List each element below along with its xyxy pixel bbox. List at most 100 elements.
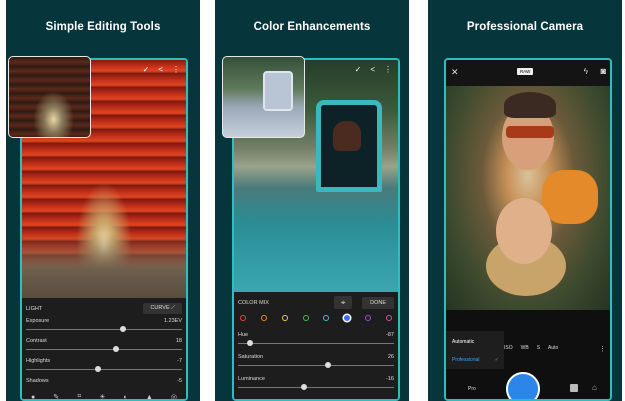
phone-frame: ✕ RAW ϟ ◙ Automatic Professional ✓ ISO W… bbox=[444, 58, 612, 401]
auto-setting[interactable]: Auto bbox=[548, 345, 558, 351]
detail-icon[interactable]: ▲ bbox=[146, 394, 153, 400]
slider-track[interactable] bbox=[26, 369, 182, 370]
slider-track[interactable] bbox=[26, 329, 182, 330]
target-icon[interactable]: ⌖ bbox=[334, 296, 353, 309]
more-icon[interactable]: ⋮ bbox=[172, 65, 180, 74]
panel-title: Professional Camera bbox=[466, 21, 584, 33]
slider-value: 26 bbox=[387, 354, 394, 360]
mode-menu: Automatic Professional ✓ bbox=[446, 331, 504, 369]
brush-icon[interactable]: ✎ bbox=[53, 393, 59, 399]
check-icon: ✓ bbox=[494, 357, 499, 363]
truck-window bbox=[316, 100, 382, 192]
presets-icon[interactable]: ● bbox=[31, 394, 35, 400]
before-thumbnail bbox=[8, 56, 91, 138]
slider-knob[interactable] bbox=[247, 340, 254, 346]
slider-hue[interactable]: Hue -87 bbox=[238, 332, 394, 352]
camera-top-bar: ✕ RAW ϟ ◙ bbox=[446, 60, 610, 86]
more-icon[interactable]: ⋮ bbox=[599, 345, 606, 353]
color-swatch[interactable] bbox=[281, 315, 288, 321]
top-toolbar: ✓ < ⋮ bbox=[143, 65, 180, 74]
section-label: COLOR MIX bbox=[238, 299, 269, 306]
color-mix-controls: COLOR MIX ⌖ DONE Hue -87 Saturation 26 L… bbox=[234, 292, 398, 399]
close-icon[interactable]: ✕ bbox=[451, 67, 459, 78]
slider-label: Highlights bbox=[26, 358, 51, 364]
slider-luminance[interactable]: Luminance -16 bbox=[238, 376, 394, 396]
more-icon[interactable]: ⋮ bbox=[384, 65, 392, 74]
color-swatch[interactable] bbox=[323, 315, 330, 321]
slider-knob[interactable] bbox=[325, 362, 332, 368]
shirt bbox=[542, 170, 598, 224]
slider-value: -5 bbox=[177, 378, 182, 384]
color-swatch[interactable] bbox=[240, 315, 246, 321]
light-header: LIGHT CURVE ⟋ bbox=[26, 302, 182, 315]
share-icon[interactable]: < bbox=[158, 65, 163, 74]
slider-saturation[interactable]: Saturation 26 bbox=[238, 354, 394, 374]
pro-mode-label[interactable]: Pro bbox=[468, 386, 476, 392]
hair-man bbox=[504, 92, 556, 118]
top-toolbar: ✓ < ⋮ bbox=[355, 65, 392, 74]
slider-highlights[interactable]: Highlights -7 bbox=[26, 358, 182, 378]
wb-setting[interactable]: WB bbox=[521, 345, 529, 351]
slider-label: Contrast bbox=[26, 338, 47, 344]
slider-value: -87 bbox=[386, 332, 394, 338]
slider-label: Luminance bbox=[238, 376, 265, 382]
color-swatch[interactable] bbox=[302, 315, 309, 321]
before-thumbnail bbox=[222, 56, 305, 138]
slider-knob[interactable] bbox=[300, 384, 307, 390]
panel-title: Color Enhancements bbox=[253, 21, 371, 33]
effects-icon[interactable]: ◐ bbox=[124, 394, 128, 400]
color-swatch[interactable] bbox=[260, 315, 267, 321]
menu-professional[interactable]: Professional bbox=[452, 357, 480, 363]
gallery-icon[interactable] bbox=[570, 384, 578, 392]
screenshot-panel-editing: Simple Editing Tools ✓ < ⋮ LIGHT CURVE ⟋… bbox=[6, 0, 200, 401]
curve-button-label: CURVE bbox=[150, 305, 170, 311]
color-swatch[interactable] bbox=[365, 315, 372, 321]
edit-tool-bar: ● ✎ ⌗ ☀ ◐ ▲ ◎ bbox=[22, 391, 186, 400]
adjust-icon[interactable]: ☀ bbox=[99, 393, 105, 399]
slider-label: Exposure bbox=[26, 318, 50, 324]
color-swatch[interactable] bbox=[385, 315, 392, 321]
panel-title: Simple Editing Tools bbox=[45, 21, 161, 33]
shutter-setting[interactable]: S bbox=[537, 345, 540, 351]
color-mix-header: COLOR MIX ⌖ DONE bbox=[238, 295, 394, 310]
curve-button[interactable]: CURVE ⟋ bbox=[143, 303, 182, 314]
raw-badge[interactable]: RAW bbox=[517, 68, 534, 75]
check-icon[interactable]: ✓ bbox=[143, 65, 150, 74]
slider-track[interactable] bbox=[238, 343, 394, 344]
slider-knob[interactable] bbox=[94, 366, 101, 372]
camera-controls: Automatic Professional ✓ ISO WB S Auto ⋮… bbox=[446, 310, 610, 399]
slider-track[interactable] bbox=[238, 365, 394, 366]
slider-value: -16 bbox=[386, 376, 394, 382]
slider-knob[interactable] bbox=[113, 346, 120, 352]
slider-knob[interactable] bbox=[119, 326, 126, 332]
settings-icon[interactable]: ⌂ bbox=[592, 383, 597, 392]
menu-automatic[interactable]: Automatic bbox=[452, 339, 474, 345]
slider-value: 1.23EV bbox=[163, 318, 182, 324]
check-icon[interactable]: ✓ bbox=[355, 65, 362, 74]
slider-label: Saturation bbox=[238, 354, 264, 360]
optics-icon[interactable]: ◎ bbox=[171, 393, 177, 399]
color-swatch[interactable] bbox=[344, 315, 351, 321]
slider-label: Shadows bbox=[26, 378, 49, 384]
screenshot-panel-camera: Professional Camera ✕ RAW ϟ ◙ Automatic … bbox=[428, 0, 622, 401]
shutter-button[interactable] bbox=[506, 372, 540, 399]
section-label: LIGHT bbox=[26, 305, 43, 312]
selfie-photo bbox=[446, 86, 610, 310]
camera-settings: ISO WB S Auto bbox=[504, 345, 558, 351]
flash-icon[interactable]: ϟ bbox=[584, 67, 588, 76]
camera-switch-icon[interactable]: ◙ bbox=[601, 66, 606, 76]
sunglasses bbox=[506, 126, 554, 138]
slider-track[interactable] bbox=[238, 387, 394, 388]
slider-exposure[interactable]: Exposure 1.23EV bbox=[26, 318, 182, 338]
face-woman bbox=[496, 198, 552, 264]
crop-icon[interactable]: ⌗ bbox=[77, 393, 81, 399]
color-swatches bbox=[240, 315, 392, 321]
light-controls: LIGHT CURVE ⟋ Exposure 1.23EV Contrast 1… bbox=[22, 298, 186, 400]
share-icon[interactable]: < bbox=[370, 65, 375, 74]
slider-track[interactable] bbox=[26, 349, 182, 350]
dog bbox=[333, 121, 361, 151]
iso-setting[interactable]: ISO bbox=[504, 345, 513, 351]
slider-value: -7 bbox=[177, 358, 182, 364]
slider-contrast[interactable]: Contrast 18 bbox=[26, 338, 182, 358]
done-button[interactable]: DONE bbox=[362, 296, 394, 309]
